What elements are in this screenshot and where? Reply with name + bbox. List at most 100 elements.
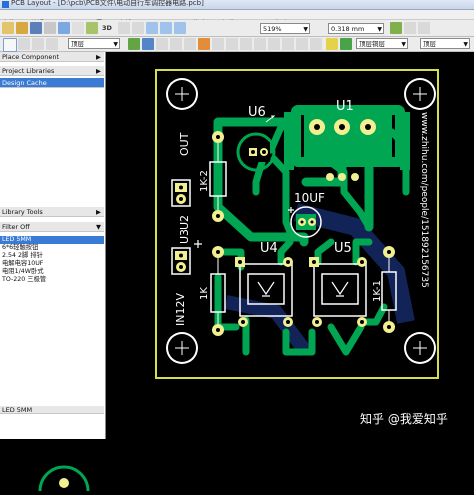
collapse-arrow-icon: ▶ (96, 53, 101, 61)
paste-icon[interactable] (86, 22, 98, 34)
pcb-canvas[interactable]: U6 U1 U4 U5 10UF OUT U2 U3 IN12V 1K-2 1K… (106, 52, 474, 439)
watermark: 知乎 @我爱知乎 (360, 412, 448, 426)
route-icon[interactable] (128, 38, 140, 50)
net-value: 顶层铜层 (359, 40, 385, 48)
part-list-item[interactable]: LED 5MM (0, 236, 104, 244)
chevron-down-icon: ▼ (377, 26, 382, 33)
left-panel: Place Component ▶ Project Libraries ▶ Desi… (0, 52, 106, 492)
window-titlebar: PCB Layout - [D:\pcb\PCB文件\电动自行车调控器电路.pc… (0, 0, 474, 10)
library-tools-header[interactable]: Library Tools ▶ (0, 207, 104, 217)
text-icon[interactable] (198, 38, 210, 50)
main-toolbar: 3D 519% ▼ 0.318 mm ▼ (0, 20, 474, 37)
select-arrow-icon[interactable] (3, 38, 17, 52)
menu-bar: 文件(F)编辑(E)视图(V)设置(S)布线(R)High Speed校验(V)… (0, 10, 474, 27)
arc-icon[interactable] (156, 38, 168, 50)
pan-icon[interactable] (18, 38, 30, 50)
parts-list: LED 5MM 6*6轻触按钮 2.54 2脚 排针 电解电容10UF 电阻1/4W卧式… (0, 236, 104, 284)
part-list-item[interactable]: 2.54 2脚 排针 (0, 252, 104, 260)
print-icon[interactable] (44, 22, 56, 34)
cut-icon[interactable] (58, 22, 70, 34)
label-website: www.zhihu.com/people/151892156735 (419, 112, 429, 288)
save-icon[interactable] (30, 22, 42, 34)
measure-icon[interactable] (418, 22, 430, 34)
mounting-hole-bl (166, 332, 198, 364)
preview-label: LED 5MM (2, 406, 33, 414)
dropdown-arrow-icon: ▼ (96, 223, 101, 231)
mirror-icon[interactable] (46, 38, 58, 50)
label-1k: 1K (199, 287, 210, 300)
distribute-icon[interactable] (310, 38, 322, 50)
layer-value: 顶层 (71, 40, 84, 48)
layer-bottom-value: 顶层 (423, 40, 436, 48)
redo-icon[interactable] (132, 22, 144, 34)
line-icon[interactable] (170, 38, 182, 50)
library-tools-label: Library Tools (2, 208, 43, 216)
label-1k-2: 1K-2 (199, 170, 210, 192)
part-list-item[interactable]: 电阻1/4W卧式 (0, 268, 104, 276)
place-component-header[interactable]: Place Component ▶ (0, 52, 104, 62)
run-icon[interactable] (340, 38, 352, 50)
label-out: OUT (178, 132, 191, 156)
design-cache-label: Design Cache (2, 79, 47, 87)
zoom-fit-icon[interactable] (174, 22, 186, 34)
preview-pad (59, 478, 69, 488)
mounting-hole-tr (404, 78, 436, 110)
preview-header: LED 5MM (0, 406, 104, 414)
zoom-value: 519% (263, 25, 282, 33)
label-u5: U5 (334, 241, 352, 256)
align-icon[interactable] (296, 38, 308, 50)
pcb-svg[interactable]: U6 U1 U4 U5 10UF OUT U2 U3 IN12V 1K-2 1K… (106, 52, 474, 439)
chevron-down-icon: ▼ (113, 41, 118, 48)
lock-icon[interactable] (326, 38, 338, 50)
mounting-hole-tl (166, 78, 198, 110)
layer-bottom-combo[interactable]: 顶层 ▼ (420, 38, 470, 49)
label-u3: U3 (178, 229, 191, 244)
part-list-item[interactable]: TO-220 三极管 (0, 276, 104, 284)
secondary-toolbar: 顶层 ▼ 顶层铜层 ▼ 顶层 ▼ (0, 37, 474, 52)
drc-icon[interactable] (268, 38, 280, 50)
chevron-down-icon: ▼ (303, 26, 308, 33)
zoom-combo[interactable]: 519% ▼ (260, 23, 310, 34)
rotate-icon[interactable] (32, 38, 44, 50)
chevron-down-icon: ▼ (401, 41, 406, 48)
filter-off-header[interactable]: Filter Off ▼ (0, 222, 104, 232)
3d-button[interactable]: 3D (102, 22, 112, 34)
snap-icon[interactable] (404, 22, 416, 34)
expand-arrow-icon: ▶ (96, 67, 101, 75)
grid-combo[interactable]: 0.318 mm ▼ (328, 23, 384, 34)
open-folder-icon[interactable] (16, 22, 28, 34)
label-in12v: IN12V (174, 293, 187, 326)
project-libraries-header[interactable]: Project Libraries ▶ (0, 66, 104, 76)
project-libraries-label: Project Libraries (2, 67, 55, 75)
zoom-out-icon[interactable] (160, 22, 172, 34)
part-list-item[interactable]: 6*6轻触按钮 (0, 244, 104, 252)
undo-icon[interactable] (118, 22, 130, 34)
copy-icon[interactable] (72, 22, 84, 34)
label-u6: U6 (248, 105, 266, 120)
new-file-icon[interactable] (2, 22, 14, 34)
grid-toggle-icon[interactable] (390, 22, 402, 34)
polygon-icon[interactable] (226, 38, 238, 50)
footprint-preview (0, 459, 104, 492)
window-title: PCB Layout - [D:\pcb\PCB文件\电动自行车调控器电路.pc… (11, 0, 204, 7)
via-icon[interactable] (142, 38, 154, 50)
grid-value: 0.318 mm (331, 25, 365, 33)
dimension-icon[interactable] (212, 38, 224, 50)
label-u1: U1 (336, 99, 354, 114)
zoom-in-icon[interactable] (146, 22, 158, 34)
part-list-item[interactable]: 电解电容10UF (0, 260, 104, 268)
chevron-down-icon: ▼ (463, 41, 468, 48)
preview-svg (38, 465, 90, 492)
pad-icon[interactable] (240, 38, 252, 50)
app-icon (2, 1, 9, 8)
design-cache-item[interactable]: Design Cache (0, 78, 104, 88)
label-1k-1: 1K-1 (372, 280, 383, 302)
expand-arrow-icon: ▶ (96, 208, 101, 216)
layer-combo[interactable]: 顶层 ▼ (68, 38, 120, 49)
netlist-icon[interactable] (282, 38, 294, 50)
filter-off-label: Filter Off (2, 223, 30, 231)
rect-icon[interactable] (184, 38, 196, 50)
net-combo[interactable]: 顶层铜层 ▼ (356, 38, 408, 49)
component-icon[interactable] (254, 38, 266, 50)
label-u2: U2 (178, 215, 191, 230)
